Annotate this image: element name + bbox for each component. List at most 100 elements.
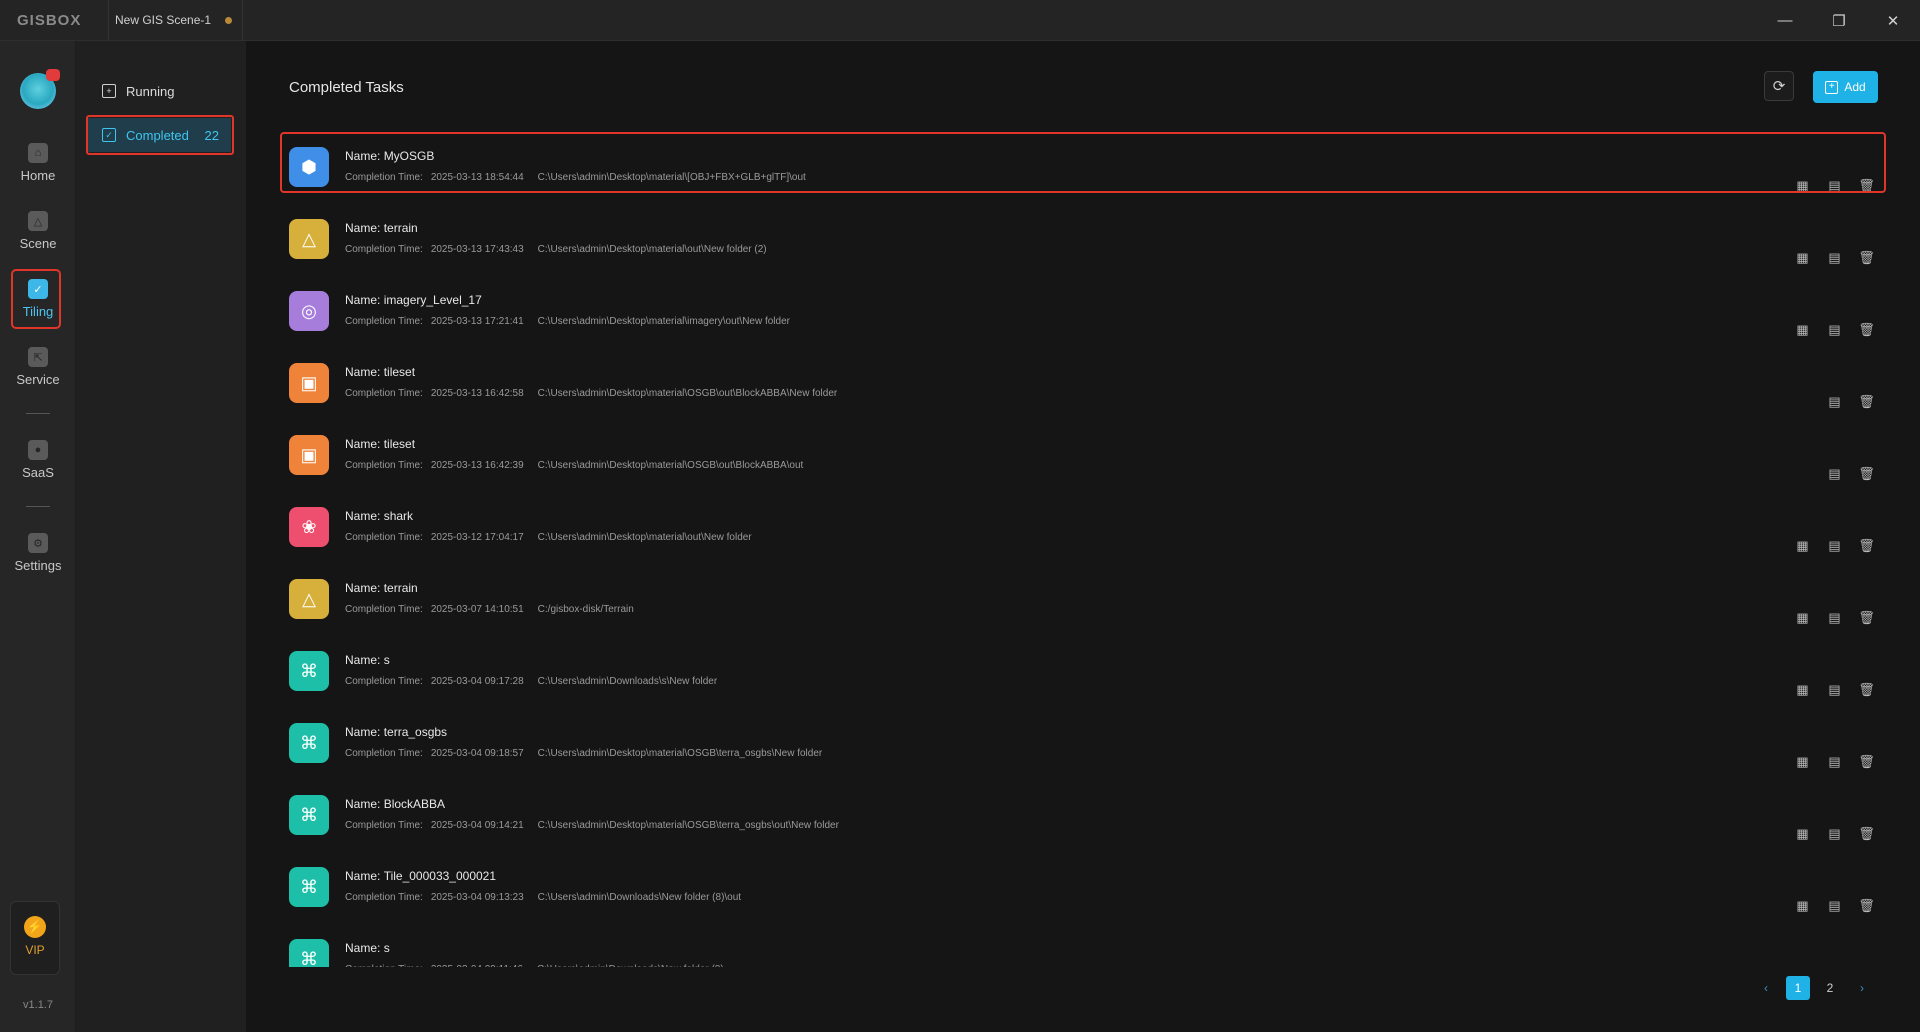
open-folder-icon[interactable]: ▤ (1826, 609, 1843, 626)
output-path: C:\Users\admin\Desktop\material\out\New … (537, 532, 752, 543)
nav-label-saas: SaaS (22, 465, 54, 480)
running-icon: + (102, 84, 116, 98)
preview-icon[interactable]: ▦ (1794, 537, 1811, 554)
task-row[interactable]: ❀ Name: shark Completion Time: 2025-03-12… (289, 497, 1889, 569)
task-row[interactable]: ◎ Name: imagery_Level_17 Completion Time… (289, 281, 1889, 353)
page-title: Completed Tasks (289, 79, 404, 96)
delete-icon[interactable]: 🗑︎ (1858, 609, 1875, 626)
preview-icon[interactable]: ▦ (1794, 753, 1811, 770)
task-row[interactable]: ⌘ Name: s Completion Time: 2025-03-04 09:… (289, 929, 1889, 967)
nav-item-saas[interactable]: ● SaaS (0, 430, 76, 490)
task-row[interactable]: ⬢ Name: MyOSGB Completion Time: 2025-03-1… (289, 137, 1889, 209)
task-name: Name: terrain (345, 221, 418, 235)
delete-icon[interactable]: 🗑︎ (1858, 537, 1875, 554)
open-folder-icon[interactable]: ▤ (1826, 465, 1843, 482)
tileset-icon: ▣ (289, 363, 329, 403)
delete-icon[interactable]: 🗑︎ (1858, 753, 1875, 770)
preview-icon[interactable]: ▦ (1794, 249, 1811, 266)
sub-item-completed[interactable]: ✓ Completed 22 (86, 118, 231, 152)
delete-icon[interactable]: 🗑︎ (1858, 249, 1875, 266)
delete-icon[interactable]: 🗑︎ (1858, 465, 1875, 482)
nav-item-home[interactable]: ⌂ Home (0, 133, 76, 193)
output-path: C:\Users\admin\Desktop\material\[OBJ+FBX… (537, 172, 806, 183)
task-row[interactable]: ▣ Name: tileset Completion Time: 2025-03-… (289, 425, 1889, 497)
open-folder-icon[interactable]: ▤ (1826, 393, 1843, 410)
open-folder-icon[interactable]: ▤ (1826, 681, 1843, 698)
delete-icon[interactable]: 🗑︎ (1858, 825, 1875, 842)
task-name-value: shark (383, 509, 414, 523)
model-icon: ❀ (289, 507, 329, 547)
close-button[interactable]: ✕ (1866, 0, 1920, 41)
open-folder-icon[interactable]: ▤ (1826, 321, 1843, 338)
task-name-value: imagery_Level_17 (383, 293, 482, 307)
completion-time-value: 2025-03-04 09:14:21 (430, 820, 524, 831)
name-label: Name: (345, 725, 381, 739)
preview-icon[interactable]: ▦ (1794, 321, 1811, 338)
task-actions: ▦ ▤ 🗑︎ (1794, 537, 1875, 554)
output-path: C:\Users\admin\Desktop\material\OSGB\ter… (537, 820, 839, 831)
task-meta: Completion Time: 2025-03-13 17:21:41 C:\Us… (345, 316, 790, 327)
tileset-icon: ▣ (289, 435, 329, 475)
preview-icon[interactable]: ▦ (1794, 897, 1811, 914)
open-folder-icon[interactable]: ▤ (1826, 249, 1843, 266)
preview-icon[interactable]: ▦ (1794, 177, 1811, 194)
refresh-button[interactable]: ⟳ (1764, 71, 1794, 101)
sub-item-running[interactable]: + Running (86, 74, 231, 108)
task-name-value: terra_osgbs (383, 725, 448, 739)
task-row[interactable]: △ Name: terrain Completion Time: 2025-03-… (289, 569, 1889, 641)
scene-tab[interactable]: New GIS Scene-1 (108, 0, 244, 41)
preview-icon[interactable]: ▦ (1794, 825, 1811, 842)
terrain-icon: △ (289, 579, 329, 619)
task-name-value: BlockABBA (383, 797, 446, 811)
delete-icon[interactable]: 🗑︎ (1858, 897, 1875, 914)
nav-item-settings[interactable]: ⚙ Settings (0, 523, 76, 583)
task-row[interactable]: ⌘ Name: s Completion Time: 2025-03-04 09:… (289, 641, 1889, 713)
open-folder-icon[interactable]: ▤ (1826, 825, 1843, 842)
open-folder-icon[interactable]: ▤ (1826, 897, 1843, 914)
page-button-2[interactable]: 2 (1818, 976, 1842, 1000)
preview-icon[interactable]: ▦ (1794, 681, 1811, 698)
delete-icon[interactable]: 🗑︎ (1858, 393, 1875, 410)
restore-button[interactable]: ❐ (1812, 0, 1866, 41)
main-panel: Completed Tasks ⟳ + Add ⬢ Name: MyOSGB C… (246, 41, 1920, 1032)
osgb-icon: ⌘ (289, 651, 329, 691)
pagination: ‹ 1 2 › (1754, 976, 1874, 1000)
next-page-button[interactable]: › (1850, 976, 1874, 1000)
task-row[interactable]: ⌘ Name: BlockABBA Completion Time: 2025-0… (289, 785, 1889, 857)
nav-item-scene[interactable]: △ Scene (0, 201, 76, 261)
completion-time-label: Completion Time: (345, 820, 423, 831)
minimize-icon: — (1777, 12, 1793, 29)
completion-time-label: Completion Time: (345, 748, 423, 759)
osgb-icon: ⌘ (289, 939, 329, 967)
task-meta: Completion Time: 2025-03-13 17:43:43 C:\Us… (345, 244, 767, 255)
task-name: Name: s (345, 941, 390, 955)
nav-item-service[interactable]: ⇱ Service (0, 337, 76, 397)
delete-icon[interactable]: 🗑︎ (1858, 681, 1875, 698)
home-icon: ⌂ (28, 143, 48, 163)
completion-time-label: Completion Time: (345, 604, 423, 615)
open-folder-icon[interactable]: ▤ (1826, 753, 1843, 770)
service-icon: ⇱ (28, 347, 48, 367)
task-actions: ▦ ▤ 🗑︎ (1794, 897, 1875, 914)
task-row[interactable]: △ Name: terrain Completion Time: 2025-03-… (289, 209, 1889, 281)
nav-item-tiling[interactable]: ✓ Tiling (0, 269, 76, 329)
task-name: Name: Tile_000033_000021 (345, 869, 496, 883)
prev-page-button[interactable]: ‹ (1754, 976, 1778, 1000)
task-actions: ▦ ▤ 🗑︎ (1794, 825, 1875, 842)
osgb-icon: ⌘ (289, 867, 329, 907)
open-folder-icon[interactable]: ▤ (1826, 537, 1843, 554)
preview-icon[interactable]: ▦ (1794, 609, 1811, 626)
task-row[interactable]: ▣ Name: tileset Completion Time: 2025-03-… (289, 353, 1889, 425)
open-folder-icon[interactable]: ▤ (1826, 177, 1843, 194)
delete-icon[interactable]: 🗑︎ (1858, 177, 1875, 194)
completion-time-value: 2025-03-04 09:17:28 (430, 676, 524, 687)
minimize-button[interactable]: — (1758, 0, 1812, 41)
delete-icon[interactable]: 🗑︎ (1858, 321, 1875, 338)
task-row[interactable]: ⌘ Name: terra_osgbs Completion Time: 2025… (289, 713, 1889, 785)
page-button-1[interactable]: 1 (1786, 976, 1810, 1000)
task-row[interactable]: ⌘ Name: Tile_000033_000021 Completion Ti… (289, 857, 1889, 929)
vip-button[interactable]: ⚡ VIP (10, 901, 60, 975)
task-meta: Completion Time: 2025-03-13 18:54:44 C:\Us… (345, 172, 806, 183)
unsaved-dot-icon (225, 16, 233, 24)
add-button[interactable]: + Add (1813, 71, 1878, 103)
